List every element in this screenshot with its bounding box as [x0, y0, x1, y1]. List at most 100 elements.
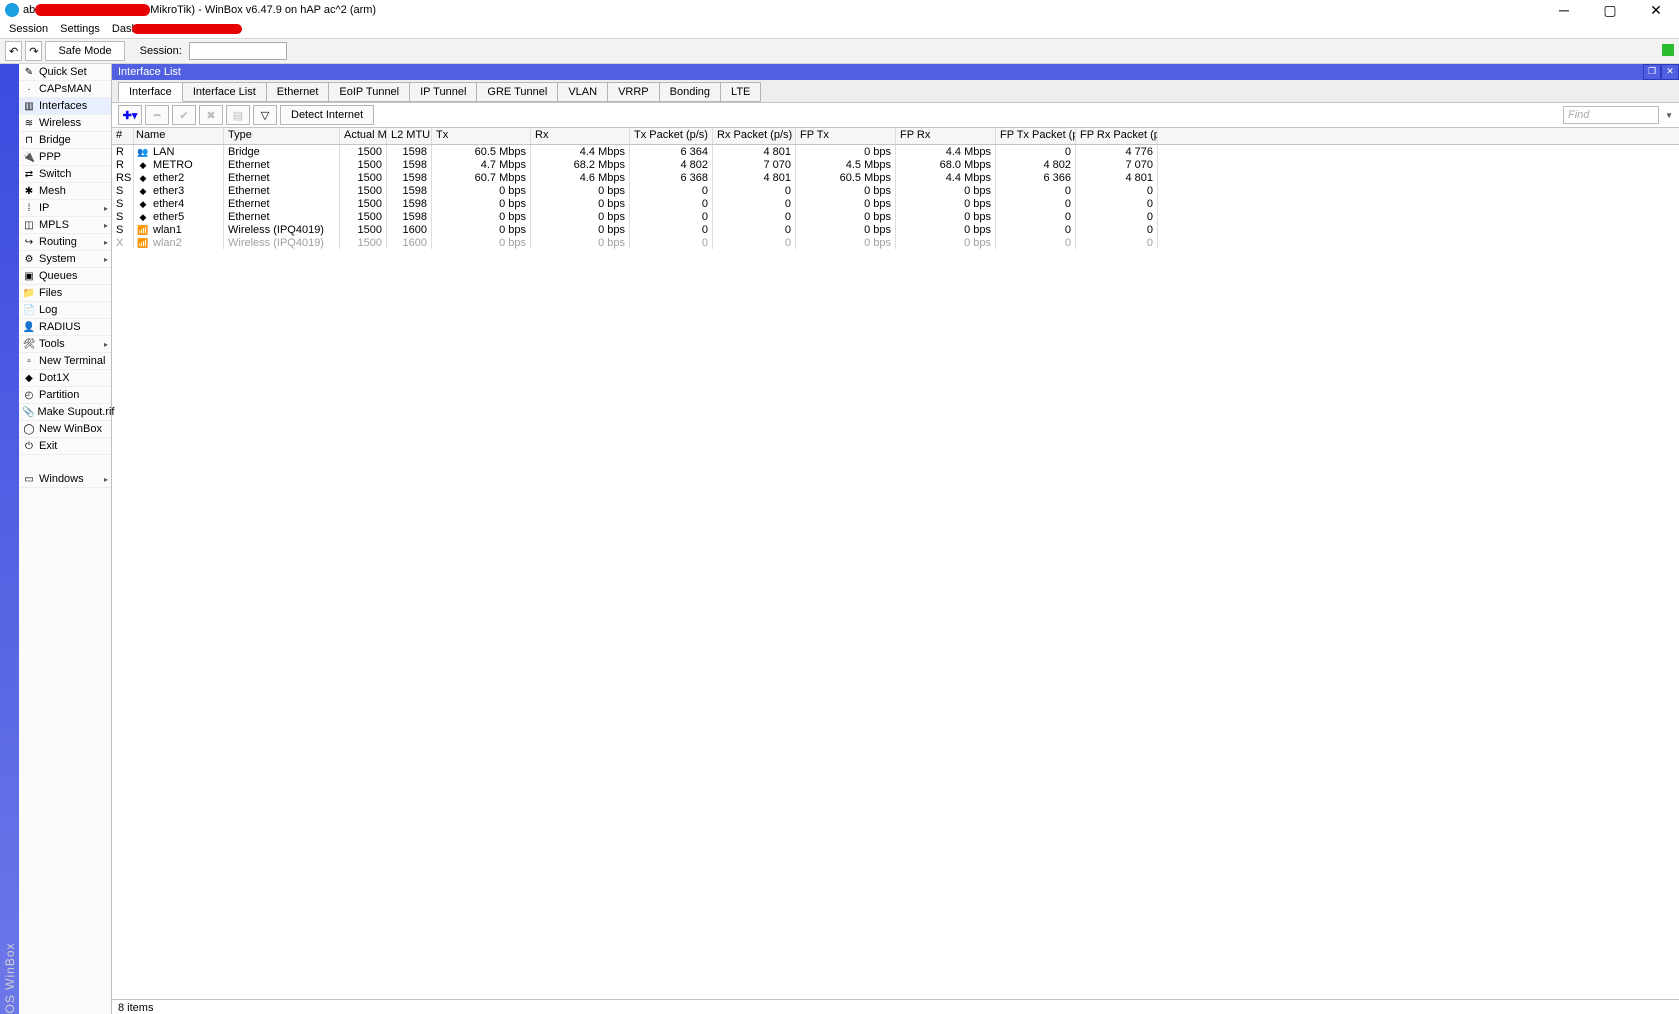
table-row[interactable]: S◆ether3Ethernet150015980 bps0 bps000 bp… — [112, 184, 1679, 197]
col-fp-rx-packet[interactable]: FP Rx Packet (p/s) — [1076, 128, 1158, 144]
sidebar: ✎Quick Set·CAPsMAN▥Interfaces≋Wireless⊓B… — [19, 64, 112, 1014]
table-row[interactable]: X📶wlan2Wireless (IPQ4019)150016000 bps0 … — [112, 236, 1679, 249]
sidebar-icon: ⁞ — [22, 203, 36, 214]
sidebar-item-files[interactable]: 📁Files — [19, 285, 111, 302]
col-actual-mtu[interactable]: Actual MTU — [340, 128, 387, 144]
sidebar-icon: ⏻ — [22, 441, 36, 452]
sidebar-item-new-winbox[interactable]: ◯New WinBox — [19, 421, 111, 438]
sidebar-label: New Terminal — [39, 355, 105, 367]
title-text: MikroTik) - WinBox v6.47.9 on hAP ac^2 (… — [150, 4, 376, 16]
interface-icon: ◆ — [136, 212, 150, 223]
disable-button[interactable]: ✖ — [199, 105, 223, 125]
tabs: InterfaceInterface ListEthernetEoIP Tunn… — [112, 80, 1679, 103]
redaction-1 — [35, 4, 150, 16]
col-tx-packet[interactable]: Tx Packet (p/s) — [630, 128, 713, 144]
col-rx-packet[interactable]: Rx Packet (p/s) — [713, 128, 796, 144]
maximize-button[interactable]: ▢ — [1587, 1, 1633, 19]
filter-button[interactable]: ▽ — [253, 105, 277, 125]
find-input[interactable]: Find — [1563, 106, 1659, 124]
sidebar-item-system[interactable]: ⚙System▸ — [19, 251, 111, 268]
sidebar-item-dot1x[interactable]: ◆Dot1X — [19, 370, 111, 387]
inner-restore-button[interactable]: ❐ — [1643, 64, 1661, 80]
inner-window-header[interactable]: Interface List ❐ ✕ — [112, 64, 1679, 80]
comment-button[interactable]: ▤ — [226, 105, 250, 125]
table-header[interactable]: # Name Type Actual MTU L2 MTU Tx Rx Tx P… — [112, 128, 1679, 145]
sidebar-icon: 📄 — [22, 305, 36, 316]
remove-button[interactable]: ━ — [145, 105, 169, 125]
tab-ethernet[interactable]: Ethernet — [266, 82, 330, 102]
col-fp-tx-packet[interactable]: FP Tx Packet (p/s) — [996, 128, 1076, 144]
redo-button[interactable]: ↷ — [25, 41, 42, 61]
sidebar-label: Dot1X — [39, 372, 70, 384]
sidebar-label: Log — [39, 304, 57, 316]
tab-ip-tunnel[interactable]: IP Tunnel — [409, 82, 477, 102]
close-button[interactable]: ✕ — [1633, 1, 1679, 19]
col-name[interactable]: Name — [134, 128, 224, 144]
interface-icon: ◆ — [136, 186, 150, 197]
sidebar-icon: ✱ — [22, 186, 36, 197]
sidebar-icon: ⇄ — [22, 169, 36, 180]
sidebar-item-log[interactable]: 📄Log — [19, 302, 111, 319]
col-tx[interactable]: Tx — [432, 128, 531, 144]
sidebar-item-quick-set[interactable]: ✎Quick Set — [19, 64, 111, 81]
add-button[interactable]: ✚▾ — [118, 105, 142, 125]
sidebar-label: PPP — [39, 151, 61, 163]
sidebar-item-routing[interactable]: ↪Routing▸ — [19, 234, 111, 251]
menu-settings[interactable]: Settings — [54, 23, 106, 35]
sidebar-item-new-terminal[interactable]: ▫New Terminal — [19, 353, 111, 370]
tab-vrrp[interactable]: VRRP — [607, 82, 660, 102]
sidebar-item-windows[interactable]: ▭Windows▸ — [19, 471, 111, 488]
main-area: Interface List ❐ ✕ InterfaceInterface Li… — [112, 64, 1679, 1014]
sidebar-item-ip[interactable]: ⁞IP▸ — [19, 200, 111, 217]
sidebar-label: Tools — [39, 338, 65, 350]
col-flag[interactable]: # — [112, 128, 134, 144]
table-row[interactable]: S◆ether5Ethernet150015980 bps0 bps000 bp… — [112, 210, 1679, 223]
enable-button[interactable]: ✔ — [172, 105, 196, 125]
submenu-arrow-icon: ▸ — [104, 475, 108, 484]
table-row[interactable]: RS◆ether2Ethernet1500159860.7 Mbps4.6 Mb… — [112, 171, 1679, 184]
table-row[interactable]: S◆ether4Ethernet150015980 bps0 bps000 bp… — [112, 197, 1679, 210]
sidebar-item-wireless[interactable]: ≋Wireless — [19, 115, 111, 132]
tab-lte[interactable]: LTE — [720, 82, 761, 102]
tab-interface-list[interactable]: Interface List — [182, 82, 267, 102]
table-row[interactable]: R👥LANBridge1500159860.5 Mbps4.4 Mbps6 36… — [112, 145, 1679, 158]
sidebar-label: Quick Set — [39, 66, 87, 78]
undo-button[interactable]: ↶ — [5, 41, 22, 61]
sidebar-item-queues[interactable]: ▣Queues — [19, 268, 111, 285]
sidebar-item-capsman[interactable]: ·CAPsMAN — [19, 81, 111, 98]
menu-session[interactable]: Session — [3, 23, 54, 35]
table-row[interactable]: R◆METROEthernet150015984.7 Mbps68.2 Mbps… — [112, 158, 1679, 171]
col-type[interactable]: Type — [224, 128, 340, 144]
tab-bonding[interactable]: Bonding — [659, 82, 721, 102]
col-fp-rx[interactable]: FP Rx — [896, 128, 996, 144]
safe-mode-button[interactable]: Safe Mode — [45, 41, 124, 61]
inner-window-title: Interface List — [118, 66, 181, 78]
col-fp-tx[interactable]: FP Tx — [796, 128, 896, 144]
table-row[interactable]: S📶wlan1Wireless (IPQ4019)150016000 bps0 … — [112, 223, 1679, 236]
inner-close-button[interactable]: ✕ — [1661, 64, 1679, 80]
col-rx[interactable]: Rx — [531, 128, 630, 144]
sidebar-item-interfaces[interactable]: ▥Interfaces — [19, 98, 111, 115]
status-bar: 8 items — [112, 999, 1679, 1014]
columns-chooser-icon[interactable]: ▼ — [1665, 111, 1673, 120]
detect-internet-button[interactable]: Detect Internet — [280, 105, 374, 125]
sidebar-item-mpls[interactable]: ◫MPLS▸ — [19, 217, 111, 234]
sidebar-item-make-supout-rif[interactable]: 📎Make Supout.rif — [19, 404, 111, 421]
tab-gre-tunnel[interactable]: GRE Tunnel — [476, 82, 558, 102]
sidebar-item-radius[interactable]: 👤RADIUS — [19, 319, 111, 336]
sidebar-item-switch[interactable]: ⇄Switch — [19, 166, 111, 183]
sidebar-item-ppp[interactable]: 🔌PPP — [19, 149, 111, 166]
tab-eoip-tunnel[interactable]: EoIP Tunnel — [328, 82, 410, 102]
sidebar-label: Interfaces — [39, 100, 87, 112]
sidebar-item-exit[interactable]: ⏻Exit — [19, 438, 111, 455]
sidebar-label: RADIUS — [39, 321, 81, 333]
minimize-button[interactable]: ─ — [1541, 1, 1587, 19]
tab-interface[interactable]: Interface — [118, 82, 183, 102]
sidebar-item-tools[interactable]: 🛠Tools▸ — [19, 336, 111, 353]
sidebar-icon: 🔌 — [22, 152, 36, 163]
sidebar-item-partition[interactable]: ◴Partition — [19, 387, 111, 404]
sidebar-item-bridge[interactable]: ⊓Bridge — [19, 132, 111, 149]
tab-vlan[interactable]: VLAN — [557, 82, 608, 102]
sidebar-item-mesh[interactable]: ✱Mesh — [19, 183, 111, 200]
col-l2-mtu[interactable]: L2 MTU — [387, 128, 432, 144]
